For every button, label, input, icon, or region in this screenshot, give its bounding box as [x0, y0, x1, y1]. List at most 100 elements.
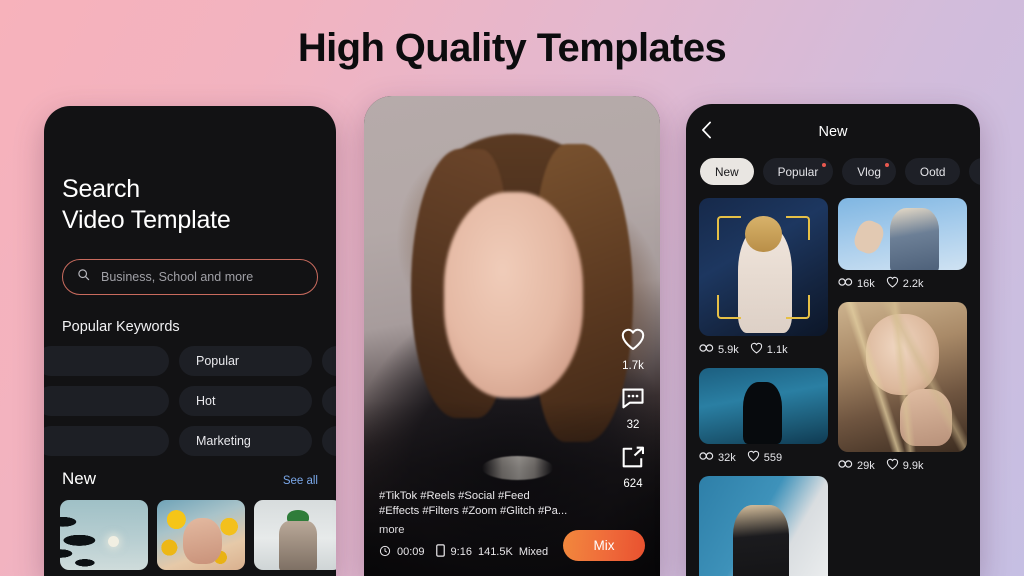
keyword-chip[interactable]: Hot — [179, 386, 312, 416]
ocean-silhouette[interactable] — [699, 368, 828, 444]
views-count: 29k — [857, 459, 875, 472]
tab-label: Ootd — [919, 164, 946, 179]
grid-column-right: 16k 2.2k 29k 9.9k — [838, 198, 967, 576]
tab-label: New — [715, 164, 739, 179]
chip-partial-left[interactable] — [44, 346, 169, 376]
center-phone-video-preview: 1.7k 32 624 #TikTok #Reels #Social #Feed… — [364, 96, 660, 576]
tab-vlog[interactable]: Vlog — [842, 158, 896, 185]
search-heading-line2: Video Template — [62, 206, 231, 234]
share-count: 624 — [623, 478, 643, 490]
chip-row: Popular New — [44, 346, 336, 376]
warm-grass-portrait[interactable] — [838, 302, 967, 452]
tab-label-partial[interactable]: Lab — [969, 158, 980, 185]
comment-button[interactable]: 32 — [620, 386, 646, 431]
grid-column-left: 5.9k 1.1k 32k 559 — [699, 198, 828, 576]
aspect-ratio-icon — [435, 544, 445, 560]
video-meta-row: 00:09 9:16 141.5K Mixed — [379, 544, 575, 560]
sky-sunglasses-girl[interactable] — [838, 198, 967, 270]
tab-popular[interactable]: Popular — [762, 158, 834, 185]
share-icon — [620, 445, 646, 474]
heart-outline-icon — [750, 342, 763, 357]
template-card[interactable]: 29k 9.9k — [838, 302, 967, 473]
search-heading-line1: Search — [62, 175, 141, 203]
notification-dot-icon — [884, 163, 889, 167]
card-stats: 16k 2.2k — [838, 276, 967, 291]
template-grid: 5.9k 1.1k 32k 559 16k 2.2k 29k 9.9k — [686, 185, 980, 576]
views-stat: 29k — [838, 459, 875, 472]
likes-stat: 1.1k — [750, 342, 788, 357]
green-beanie-girl-thumbnail[interactable] — [254, 500, 336, 570]
like-button[interactable]: 1.7k — [620, 327, 646, 372]
hashtags-line-2: #Effects #Filters #Zoom #Glitch #Pa... — [379, 505, 568, 517]
arm-shape — [851, 217, 887, 257]
heart-outline-icon — [886, 458, 899, 473]
moon-branches-thumbnail[interactable] — [60, 500, 148, 570]
video-caption-block: #TikTok #Reels #Social #Feed #Effects #F… — [379, 489, 575, 560]
chip-row: Hot KineMaster — [44, 386, 336, 416]
video-action-rail: 1.7k 32 624 — [620, 327, 646, 490]
tab-ootd[interactable]: Ootd — [904, 158, 961, 185]
template-card[interactable]: 16k 2.2k — [838, 198, 967, 291]
likes-count: 9.9k — [902, 459, 924, 472]
focus-frame-icon — [717, 295, 742, 320]
search-icon — [77, 268, 90, 286]
template-card[interactable]: 32k 559 — [699, 368, 828, 465]
card-stats: 32k 559 — [699, 450, 828, 465]
views-stat: 16k — [838, 277, 875, 290]
template-card[interactable]: 5.9k 1.1k — [699, 198, 828, 357]
category-topbar: New — [686, 104, 980, 160]
chip-partial-left[interactable] — [44, 386, 169, 416]
see-all-link[interactable]: See all — [283, 475, 318, 487]
tab-new[interactable]: New — [700, 158, 754, 185]
video-duration: 00:09 — [397, 546, 425, 558]
keyword-chip-grid: Popular New Hot KineMaster Marketing Vlo… — [44, 346, 336, 456]
yellow-flowers-portrait-thumbnail[interactable] — [157, 500, 245, 570]
views-count: 5.9k — [718, 343, 739, 356]
subject-shape — [742, 381, 782, 444]
likes-count: 559 — [763, 451, 783, 464]
search-input[interactable] — [99, 269, 303, 285]
hair-shape — [745, 215, 782, 252]
mix-button[interactable]: Mix — [563, 530, 645, 561]
category-title: New — [818, 124, 848, 140]
likes-count: 1.1k — [766, 343, 788, 356]
category-tab-bar: New Popular Vlog Ootd Lab — [686, 158, 980, 185]
template-card[interactable] — [699, 476, 828, 576]
more-link[interactable]: more — [379, 524, 575, 536]
card-stats: 5.9k 1.1k — [699, 342, 828, 357]
chip-partial-left[interactable] — [44, 426, 169, 456]
keyword-chip[interactable]: Vlog — [322, 426, 336, 456]
focus-frame-icon — [785, 295, 810, 320]
grass-overlay — [838, 302, 967, 452]
views-stat: 5.9k — [699, 343, 739, 356]
promo-screenshot: High Quality Templates Search Video Temp… — [0, 0, 1024, 576]
views-count: 16k — [857, 277, 875, 290]
views-icon — [838, 277, 853, 290]
views-count: 32k — [718, 451, 736, 464]
focus-frame-icon — [785, 215, 810, 240]
blue-wall-dancer[interactable] — [699, 476, 828, 576]
keyword-chip[interactable]: Marketing — [179, 426, 312, 456]
views-icon — [838, 459, 853, 472]
keyword-chip[interactable]: KineMaster — [322, 386, 336, 416]
new-section-header: New See all — [62, 469, 318, 489]
chevron-left-icon[interactable] — [701, 121, 712, 144]
likes-count: 2.2k — [902, 277, 924, 290]
share-button[interactable]: 624 — [620, 445, 646, 490]
left-phone-search-screen: Search Video Template Popular Keywords P… — [44, 106, 336, 576]
heart-icon — [620, 327, 646, 356]
likes-stat: 2.2k — [886, 276, 924, 291]
subject-shape — [889, 208, 939, 270]
keyword-chip[interactable]: Popular — [179, 346, 312, 376]
card-stats: 29k 9.9k — [838, 458, 967, 473]
keyword-chip[interactable]: New — [322, 346, 336, 376]
subject-shape — [732, 504, 790, 576]
page-title: High Quality Templates — [297, 26, 727, 70]
search-bar[interactable] — [62, 259, 318, 295]
views-stat: 32k — [699, 451, 736, 464]
tab-label: Vlog — [857, 164, 881, 179]
aspect-ratio-value: 9:16 — [450, 546, 472, 558]
blue-portrait-focus-frame[interactable] — [699, 198, 828, 336]
template-type: Mixed — [518, 546, 549, 558]
likes-stat: 559 — [747, 450, 782, 465]
